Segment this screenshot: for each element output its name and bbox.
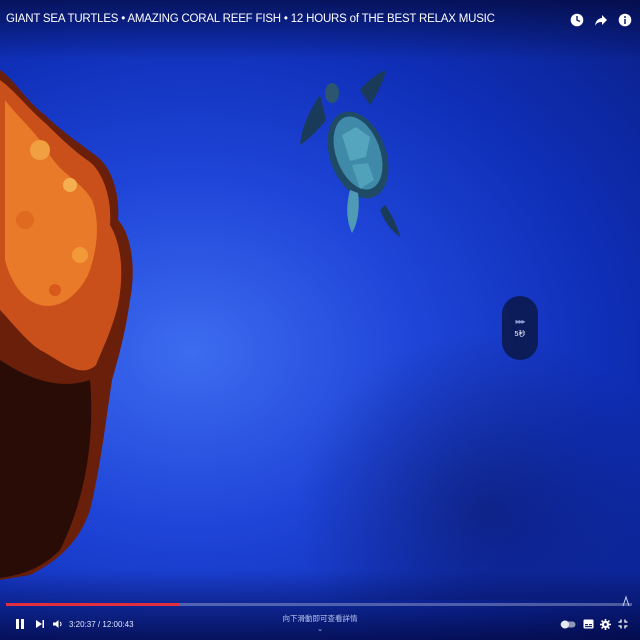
exit-fullscreen-icon [618, 619, 628, 629]
video-title[interactable]: GIANT SEA TURTLES • AMAZING CORAL REEF F… [6, 13, 495, 25]
exit-fullscreen-button[interactable] [615, 612, 631, 636]
scrubber-handle[interactable] [176, 597, 184, 611]
autoplay-toggle-icon [560, 620, 576, 628]
double-tap-seek-overlay[interactable]: ▸▸▸ 5秒 [502, 296, 538, 360]
time-display: 3:20:37 / 12:00:43 [69, 612, 134, 636]
seek-arrows-icon: ▸▸▸ [515, 317, 525, 326]
video-player[interactable]: GIANT SEA TURTLES • AMAZING CORAL REEF F… [0, 0, 640, 640]
coral-reef-image [0, 70, 133, 580]
volume-icon [53, 620, 62, 628]
volume-button[interactable] [50, 612, 66, 636]
chevron-down-icon: ⌄ [317, 626, 323, 633]
top-actions [568, 11, 634, 29]
scroll-hint[interactable]: 向下滑動即可查看詳情 ⌄ [270, 613, 370, 633]
seek-label: 5秒 [514, 331, 526, 338]
next-button[interactable] [32, 612, 48, 636]
top-gradient [0, 0, 640, 60]
progress-fill [6, 603, 181, 606]
pause-icon [16, 619, 24, 629]
time-separator: / [95, 619, 103, 629]
water-shadow [260, 300, 640, 600]
settings-icon [599, 618, 611, 630]
settings-button[interactable] [597, 612, 613, 636]
share-icon[interactable] [592, 11, 610, 29]
duration: 12:00:43 [102, 619, 134, 629]
sea-turtle-image [300, 70, 400, 237]
pause-button[interactable] [12, 612, 28, 636]
next-icon [36, 620, 44, 628]
current-time: 3:20:37 [69, 619, 96, 629]
watch-later-icon[interactable] [568, 11, 586, 29]
progress-bar[interactable] [6, 603, 632, 606]
chapter-marker-icon [621, 594, 631, 607]
control-bar: 3:20:37 / 12:00:43 向下滑動即可查看詳情 ⌄ [0, 612, 640, 636]
autoplay-toggle[interactable] [558, 612, 578, 636]
subtitles-button[interactable] [580, 612, 596, 636]
scroll-hint-text: 向下滑動即可查看詳情 [282, 614, 358, 623]
info-icon[interactable] [616, 11, 634, 29]
subtitles-icon [583, 619, 593, 629]
